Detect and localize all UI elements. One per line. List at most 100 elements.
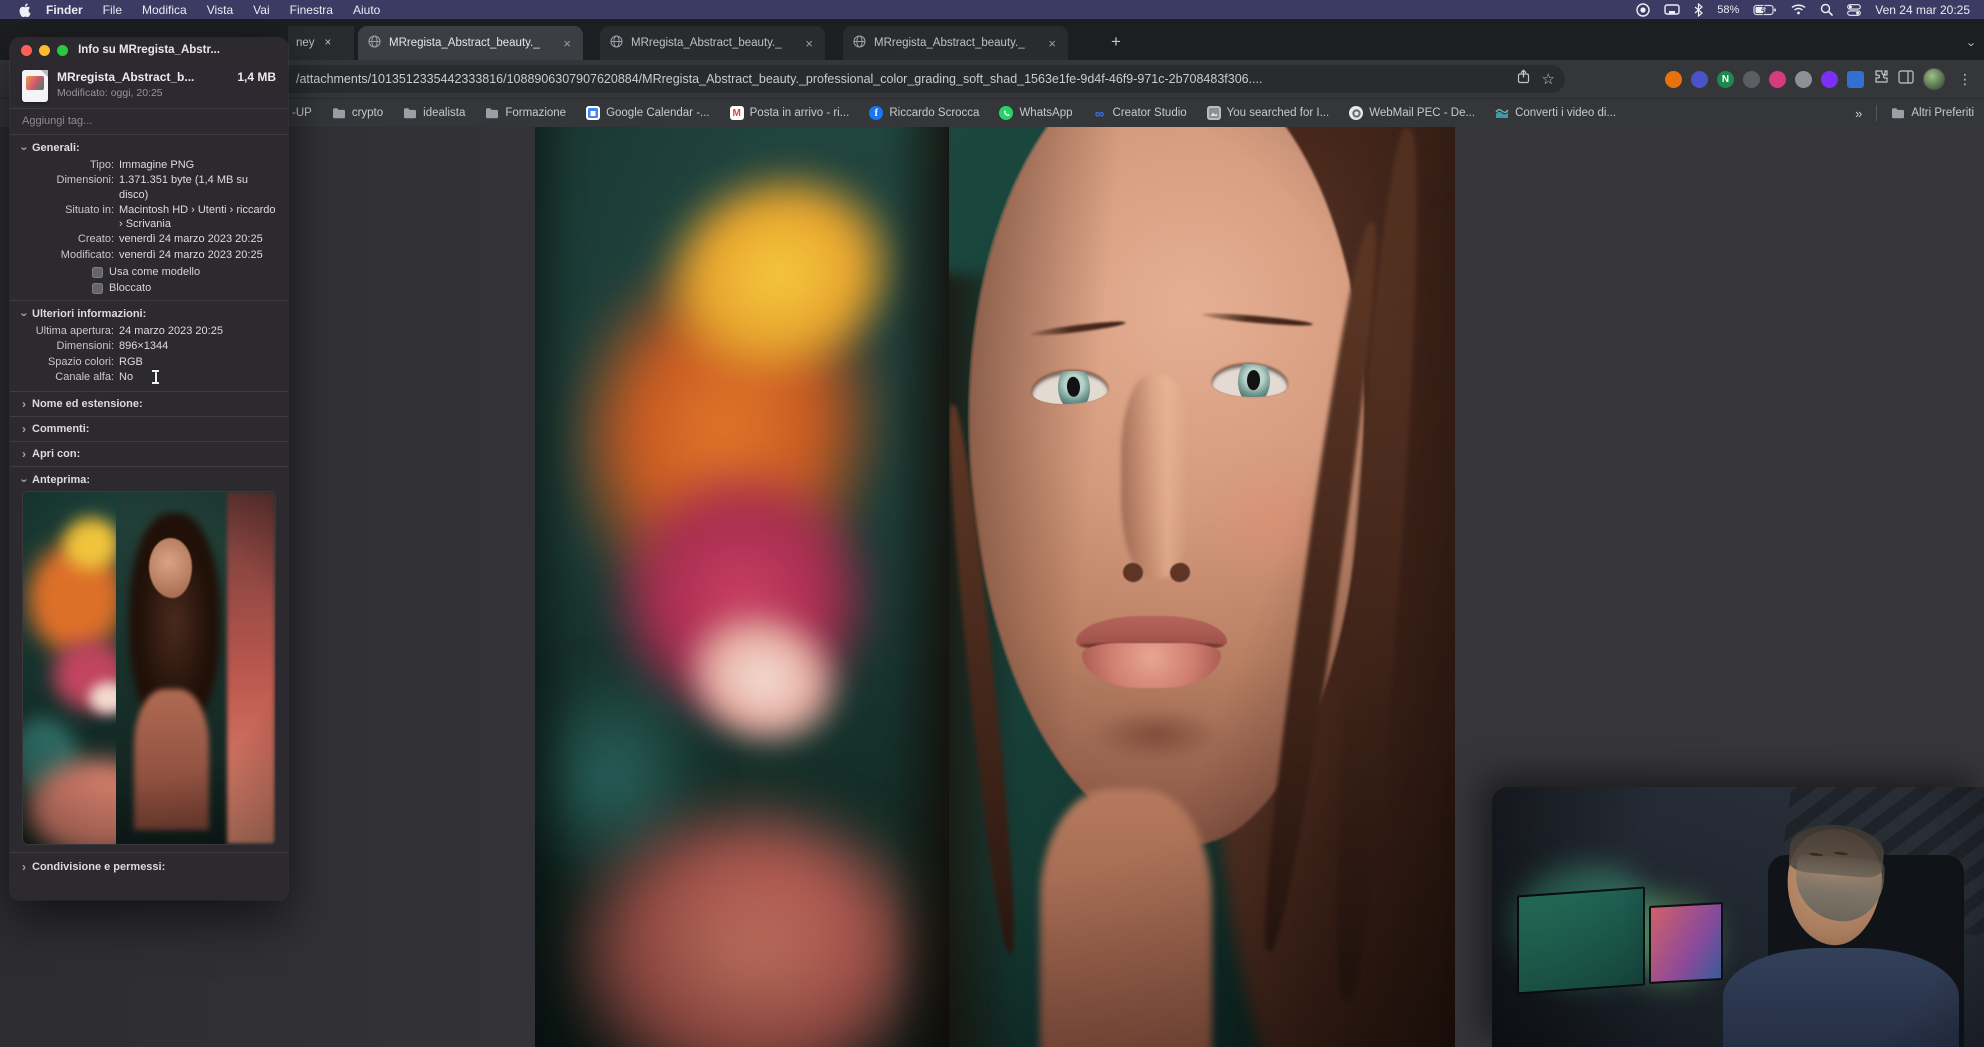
- bookmarks-bar: -UP crypto idealista Formazione Google C…: [0, 98, 1984, 127]
- battery-charging-icon[interactable]: [1753, 4, 1777, 16]
- close-icon[interactable]: ×: [803, 37, 815, 50]
- menu-item-aiuto[interactable]: Aiuto: [343, 3, 390, 17]
- checkbox-usa-come-modello[interactable]: Usa come modello: [92, 266, 276, 278]
- bookmark-gmail-inbox[interactable]: M Posta in arrivo - ri...: [729, 106, 849, 120]
- bookmark-facebook-profile[interactable]: f Riccardo Scrocca: [869, 106, 979, 120]
- record-status-icon[interactable]: [1636, 2, 1650, 17]
- section-general-header[interactable]: › Generali:: [18, 142, 276, 154]
- info-row-dimensioni: Dimensioni: 1.371.351 byte (1,4 MB su dis…: [56, 174, 249, 201]
- bookmark-label: Creator Studio: [1112, 107, 1187, 119]
- extension-icon-purple[interactable]: [1821, 70, 1838, 88]
- chevron-down-icon: ›: [17, 478, 32, 483]
- bookmark-folder-idealista[interactable]: idealista: [403, 106, 465, 120]
- bookmark-creator-studio[interactable]: ∞ Creator Studio: [1093, 106, 1187, 121]
- bookmark-video-converter[interactable]: Converti i video di...: [1495, 106, 1616, 120]
- extensions-row: N ⋮: [1665, 66, 1976, 92]
- chevron-right-icon: ›: [22, 397, 26, 412]
- info-window-titlebar[interactable]: Info su MRregista_Abstr...: [10, 38, 288, 62]
- checkbox-icon[interactable]: [92, 266, 103, 278]
- close-icon[interactable]: ×: [1046, 37, 1058, 50]
- bookmark-folder-formazione[interactable]: Formazione: [485, 106, 566, 120]
- menu-item-finestra[interactable]: Finestra: [280, 3, 343, 17]
- file-modified-line: Modificato: oggi, 20:25: [57, 87, 163, 99]
- menu-item-vai[interactable]: Vai: [243, 3, 279, 17]
- file-preview-thumbnail[interactable]: [23, 492, 275, 845]
- checkbox-icon[interactable]: [92, 282, 103, 294]
- zoom-traffic-light[interactable]: [57, 45, 68, 56]
- webcam-overlay: [1492, 787, 1984, 1047]
- bookmark-star-icon[interactable]: ☆: [1542, 70, 1555, 88]
- bookmark-up[interactable]: -UP: [292, 107, 312, 119]
- bookmark-label: Converti i video di...: [1515, 107, 1617, 119]
- section-commenti[interactable]: › Commenti:: [10, 417, 288, 443]
- section-anteprima-header[interactable]: › Anteprima:: [17, 474, 276, 486]
- new-tab-button[interactable]: +: [1104, 30, 1128, 54]
- menu-item-file[interactable]: File: [93, 3, 132, 17]
- extension-icon-magenta[interactable]: [1769, 70, 1786, 88]
- close-icon[interactable]: ×: [325, 37, 332, 49]
- minimize-traffic-light[interactable]: [39, 45, 50, 56]
- bookmark-label: You searched for I...: [1226, 107, 1330, 119]
- close-traffic-light[interactable]: [21, 45, 32, 56]
- share-icon[interactable]: [1517, 69, 1530, 89]
- bookmark-whatsapp[interactable]: WhatsApp: [999, 106, 1073, 120]
- thumbnail-icon: [1206, 106, 1221, 120]
- bookmark-google-calendar[interactable]: Google Calendar -...: [586, 106, 710, 120]
- bookmark-label: Riccardo Scrocca: [889, 107, 980, 119]
- bookmark-label: crypto: [351, 107, 384, 119]
- section-condivisione[interactable]: › Condivisione e permessi:: [10, 853, 288, 881]
- section-apri-con[interactable]: › Apri con:: [10, 442, 288, 468]
- section-header-label: Ulteriori informazioni:: [32, 308, 147, 321]
- browser-menu-kebab-icon[interactable]: ⋮: [1954, 71, 1976, 88]
- webmail-icon: [1349, 106, 1364, 120]
- globe-favicon: [368, 35, 381, 51]
- menu-item-vista[interactable]: Vista: [197, 3, 243, 17]
- section-more-info-header[interactable]: › Ulteriori informazioni:: [18, 308, 276, 321]
- image-viewer-artwork[interactable]: [535, 127, 1455, 1047]
- url-bar[interactable]: /attachments/1013512335442333816/1088906…: [250, 65, 1565, 93]
- info-window-title: Info su MRregista_Abstr...: [78, 44, 220, 56]
- tab-partial-midjourney[interactable]: ney ×: [288, 26, 354, 60]
- extension-icon-orange[interactable]: [1665, 70, 1682, 88]
- bookmark-folder-crypto[interactable]: crypto: [332, 106, 383, 120]
- control-center-icon[interactable]: [1847, 3, 1862, 16]
- section-nome-ed-estensione[interactable]: › Nome ed estensione:: [10, 392, 288, 418]
- apple-menu-icon[interactable]: [14, 2, 36, 17]
- tags-input[interactable]: Aggiungi tag...: [10, 108, 288, 135]
- extension-icon-gray[interactable]: [1743, 70, 1760, 88]
- extension-icon-indigo[interactable]: [1691, 70, 1708, 88]
- side-panel-icon[interactable]: [1898, 69, 1914, 89]
- folder-icon: [403, 106, 417, 120]
- menubar-clock[interactable]: Ven 24 mar 20:25: [1875, 3, 1970, 17]
- bookmark-you-searched[interactable]: You searched for I...: [1206, 106, 1330, 120]
- close-icon[interactable]: ×: [561, 37, 573, 50]
- checkbox-bloccato[interactable]: Bloccato: [92, 282, 276, 294]
- text-cursor: [151, 370, 160, 384]
- profile-avatar[interactable]: [1923, 68, 1945, 90]
- menu-item-finder[interactable]: Finder: [36, 3, 93, 17]
- menu-item-modifica[interactable]: Modifica: [132, 3, 197, 17]
- extension-icon-blue[interactable]: [1847, 70, 1864, 88]
- finder-info-window[interactable]: Info su MRregista_Abstr... MRregista_Abs…: [10, 38, 288, 900]
- spotlight-search-icon[interactable]: [1820, 3, 1834, 16]
- artwork-portrait-half: [949, 127, 1455, 1047]
- tab-active[interactable]: MRregista_Abstract_beauty._ ×: [358, 26, 583, 60]
- tab-3[interactable]: MRregista_Abstract_beauty._ ×: [843, 26, 1068, 60]
- bookmarks-divider: [1876, 105, 1878, 121]
- bookmark-webmail-pec[interactable]: WebMail PEC - De...: [1349, 106, 1475, 120]
- bookmarks-overflow-chevrons[interactable]: »: [1855, 106, 1862, 121]
- chevron-down-icon[interactable]: ›: [1964, 42, 1979, 46]
- browser-toolbar: /attachments/1013512335442333816/1088906…: [0, 60, 1984, 98]
- checkbox-label: Usa come modello: [109, 266, 201, 279]
- extension-icon-green-n[interactable]: N: [1717, 70, 1734, 88]
- puzzle-extensions-icon[interactable]: [1873, 69, 1889, 90]
- info-row-canale-alfa: Canale alfa: No: [55, 370, 134, 383]
- other-bookmarks-folder[interactable]: Altri Preferiti: [1891, 106, 1974, 120]
- bluetooth-icon[interactable]: [1694, 2, 1704, 17]
- url-text[interactable]: /attachments/1013512335442333816/1088906…: [296, 72, 1517, 86]
- screen-mirroring-icon[interactable]: [1664, 3, 1680, 16]
- wifi-icon[interactable]: [1791, 4, 1806, 15]
- section-anteprima: › Anteprima:: [10, 467, 288, 854]
- extension-icon-light[interactable]: [1795, 70, 1812, 88]
- tab-2[interactable]: MRregista_Abstract_beauty._ ×: [600, 26, 825, 60]
